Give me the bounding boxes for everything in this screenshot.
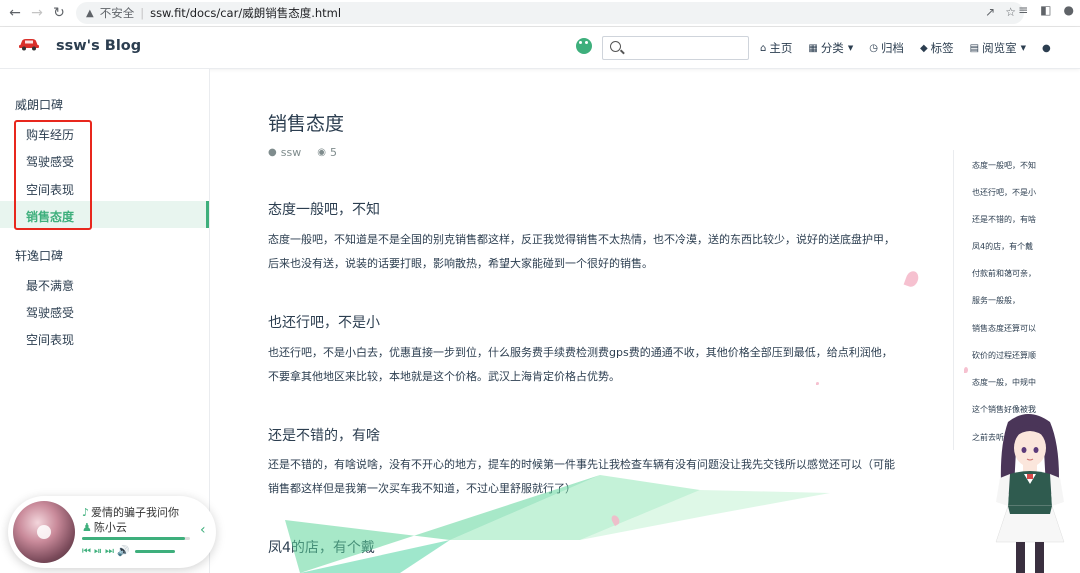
sidebar-group-title[interactable]: 威朗口碑: [15, 96, 63, 113]
previous-track-icon[interactable]: ⏮: [82, 546, 91, 557]
home-icon: ⌂: [760, 42, 767, 54]
table-of-contents: 态度一般吧，不知 也还行吧，不是小 还是不错的，有啥 凤4的店，有个戴 付款前和…: [953, 150, 1080, 450]
song-title: ♪ 爱情的骗子我问你: [82, 504, 179, 520]
section-heading: 也还行吧，不是小: [268, 315, 380, 331]
pause-icon[interactable]: ⏯: [94, 546, 102, 557]
chevron-down-icon: ▼: [847, 44, 854, 52]
toc-item[interactable]: 服务一般般，: [972, 295, 1020, 306]
chevron-left-icon[interactable]: ‹: [200, 522, 206, 538]
toc-item[interactable]: 态度一般吧，不知: [972, 160, 1036, 171]
back-arrow-icon[interactable]: ←: [4, 2, 26, 24]
section-body: 态度一般吧，不知道是不是全国的别克销售都这样，反正我觉得销售不太热情，也不冷漠，…: [268, 233, 895, 270]
section-heading: 还是不错的，有啥: [268, 428, 380, 444]
browser-toolbar: ← → ↻ ▲ 不安全 | ssw.fit/docs/car/威朗销售态度.ht…: [0, 0, 1080, 27]
artist-icon: ♟: [82, 521, 92, 534]
chevron-down-icon: ▼: [1020, 44, 1026, 52]
nav-tags-label: 标签: [930, 41, 954, 55]
reload-icon[interactable]: ↻: [48, 2, 70, 24]
address-bar[interactable]: ▲ 不安全 | ssw.fit/docs/car/威朗销售态度.html ↗ ☆: [76, 2, 1024, 24]
bookmark-star-icon[interactable]: ☆: [1005, 5, 1016, 19]
nav-tags[interactable]: ◆ 标签: [920, 40, 954, 56]
search-icon: [610, 41, 621, 52]
sidebar-item-driving[interactable]: 驾驶感受: [26, 304, 74, 321]
toc-item[interactable]: 砍价的过程还算顺: [972, 350, 1036, 361]
artist: ♟ 陈小云: [82, 519, 127, 535]
nav-reading-room-label: 阅览室: [982, 41, 1017, 55]
ribbon-decoration: [285, 475, 830, 573]
album-cover[interactable]: [13, 501, 75, 563]
sidebar-item-space[interactable]: 空间表现: [26, 331, 74, 348]
toc-item[interactable]: 也还行吧，不是小: [972, 187, 1036, 198]
sidebar-group-title[interactable]: 轩逸口碑: [15, 247, 63, 264]
progress-bar[interactable]: [82, 537, 190, 540]
toc-item[interactable]: 销售态度还算可以: [972, 323, 1036, 334]
forward-arrow-icon[interactable]: →: [26, 2, 48, 24]
music-player: ♪ 爱情的骗子我问你 ♟ 陈小云 ⏮ ⏯ ⏭ 🔊 ‹: [8, 496, 216, 568]
view-count: 5: [329, 146, 337, 159]
nav-archive-label: 归档: [880, 41, 904, 55]
nav-links: ⌂ 主页 ▦ 分类 ▼ ◷ 归档 ◆ 标签 ▤ 阅览室 ▼ ●: [760, 40, 1070, 56]
article-meta: ● ssw ◉ 5: [268, 146, 337, 159]
author-name[interactable]: ssw: [281, 146, 301, 159]
insecure-label: 不安全: [99, 6, 135, 20]
nav-categories-label: 分类: [820, 41, 844, 55]
next-track-icon[interactable]: ⏭: [105, 546, 114, 557]
book-icon: ▤: [969, 42, 980, 54]
site-title[interactable]: ssw's Blog: [56, 38, 141, 54]
nav-reading-room[interactable]: ▤ 阅览室 ▼: [970, 40, 1026, 56]
nav-home-label: 主页: [769, 41, 793, 55]
search-box[interactable]: [602, 36, 749, 60]
site-navbar: ssw's Blog ⌂ 主页 ▦ 分类 ▼ ◷ 归档 ◆ 标签 ▤ 阅览室 ▼…: [0, 27, 1080, 69]
section-body: 也还行吧，不是小白去，优惠直接一步到位，什么服务费手续费检测费gps费的通通不收…: [268, 346, 893, 383]
volume-bar[interactable]: [135, 550, 176, 553]
tag-icon: ◆: [919, 42, 928, 54]
music-note-icon: ♪: [82, 506, 90, 519]
mascot-character[interactable]: [980, 410, 1080, 573]
author-icon: ●: [268, 147, 277, 158]
toc-item[interactable]: 凤4的店，有个戴: [972, 241, 1033, 252]
warning-triangle-icon: ▲: [86, 7, 94, 19]
toc-item[interactable]: 付款前和蔼可亲，: [972, 268, 1036, 279]
car-logo-icon[interactable]: [18, 37, 40, 51]
side-panel-icon[interactable]: ◧: [1040, 3, 1051, 17]
nav-categories[interactable]: ▦ 分类 ▼: [808, 40, 853, 56]
palette-icon[interactable]: [576, 38, 592, 54]
nav-user[interactable]: ●: [1042, 40, 1054, 56]
url-text: ssw.fit/docs/car/威朗销售态度.html: [150, 6, 342, 20]
player-controls: ⏮ ⏯ ⏭ 🔊: [82, 546, 176, 557]
song-title-text: 爱情的骗子我问你: [91, 506, 180, 519]
toc-item[interactable]: 还是不错的，有啥: [972, 214, 1036, 225]
share-icon[interactable]: ↗: [985, 5, 995, 19]
volume-icon[interactable]: 🔊: [117, 546, 129, 557]
profile-icon[interactable]: ●: [1064, 3, 1074, 17]
reading-list-icon[interactable]: ≡: [1018, 3, 1028, 17]
highlight-box: [14, 120, 92, 230]
page-title: 销售态度: [268, 113, 345, 135]
petal-decoration: [903, 269, 921, 289]
address-divider: |: [140, 6, 145, 20]
petal-decoration: [816, 382, 819, 385]
clock-icon: ◷: [869, 42, 878, 54]
grid-icon: ▦: [808, 42, 818, 54]
toc-item[interactable]: 态度一般，中规中: [972, 377, 1036, 388]
nav-home[interactable]: ⌂ 主页: [760, 40, 792, 56]
artist-text: 陈小云: [93, 521, 127, 534]
user-icon: ●: [1041, 42, 1051, 54]
sidebar-item-dissatisfied[interactable]: 最不满意: [26, 277, 74, 294]
progress-fill: [82, 537, 185, 540]
nav-archive[interactable]: ◷ 归档: [869, 40, 904, 56]
search-input[interactable]: [627, 39, 745, 57]
section-heading: 态度一般吧，不知: [268, 202, 380, 218]
eye-icon: ◉: [317, 147, 326, 158]
